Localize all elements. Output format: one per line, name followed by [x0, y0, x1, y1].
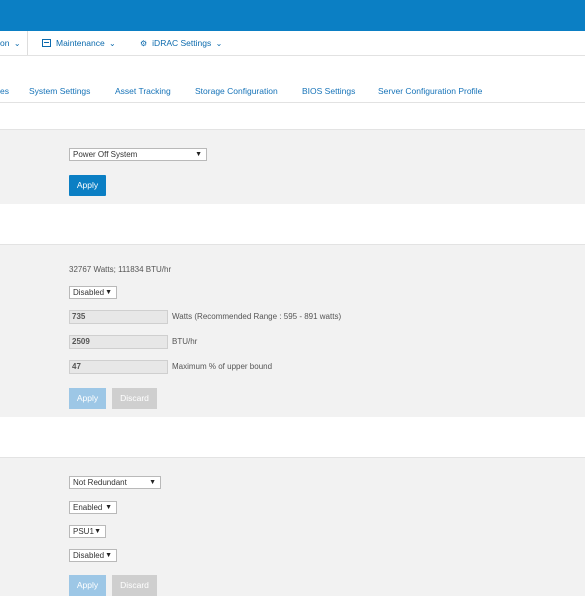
power-cap-apply-button[interactable]: Apply: [69, 388, 106, 409]
settings-icon: ⚙: [140, 39, 148, 48]
caret-down-icon: ▼: [149, 479, 156, 486]
power-control-panel: Power Off System ▼ Apply: [0, 130, 585, 204]
pfc-value: Disabled: [73, 551, 105, 560]
menu-configuration-label: on: [0, 38, 10, 48]
section-header-redundancy: [0, 417, 585, 458]
menu-configuration[interactable]: on ⌄: [0, 31, 28, 55]
tab-system-settings[interactable]: System Settings: [29, 86, 90, 96]
power-cap-percent-input[interactable]: 47: [69, 360, 168, 374]
caret-down-icon: ▼: [105, 289, 112, 296]
power-cap-btu-input[interactable]: 2509: [69, 335, 168, 349]
menu-idrac-settings-label: iDRAC Settings: [152, 38, 212, 48]
power-cap-watts-hint: Watts (Recommended Range : 595 - 891 wat…: [172, 312, 342, 321]
maintenance-icon: [42, 39, 51, 47]
menu-maintenance-label: Maintenance: [56, 38, 105, 48]
redundancy-apply-button[interactable]: Apply: [69, 575, 106, 596]
max-power-text: 32767 Watts; 111834 BTU/hr: [69, 265, 172, 274]
power-apply-button[interactable]: Apply: [69, 175, 106, 196]
tab-asset-tracking[interactable]: Asset Tracking: [115, 86, 171, 96]
caret-down-icon: ▼: [105, 504, 112, 511]
hot-spare-select[interactable]: Enabled ▼: [69, 501, 117, 514]
power-action-value: Power Off System: [73, 150, 138, 159]
power-cap-discard-button[interactable]: Discard: [112, 388, 157, 409]
top-banner: [0, 0, 585, 31]
tab-bios-settings[interactable]: BIOS Settings: [302, 86, 355, 96]
menu-maintenance[interactable]: Maintenance ⌄: [42, 31, 116, 55]
configuration-tabs: es System Settings Asset Tracking Storag…: [0, 56, 585, 103]
power-cap-enable-value: Disabled: [73, 288, 105, 297]
tab-server-configuration-profile[interactable]: Server Configuration Profile: [378, 86, 482, 96]
menu-idrac-settings[interactable]: ⚙ iDRAC Settings ⌄: [140, 31, 222, 55]
redundancy-policy-select[interactable]: Not Redundant ▼: [69, 476, 161, 489]
power-action-select[interactable]: Power Off System ▼: [69, 148, 207, 161]
tab-partial[interactable]: es: [0, 86, 9, 96]
section-header-power-control: [0, 103, 585, 130]
primary-psu-value: PSU1: [73, 527, 94, 536]
hot-spare-value: Enabled: [73, 503, 103, 512]
redundancy-panel: Not Redundant ▼ Enabled ▼ PSU1 ▼ Disable…: [0, 458, 585, 596]
chevron-down-icon: ⌄: [109, 39, 116, 48]
power-cap-percent-hint: Maximum % of upper bound: [172, 362, 273, 371]
pfc-select[interactable]: Disabled ▼: [69, 549, 117, 562]
tab-storage-configuration[interactable]: Storage Configuration: [195, 86, 278, 96]
power-cap-watts-input[interactable]: 735: [69, 310, 168, 324]
caret-down-icon: ▼: [195, 151, 202, 158]
power-cap-btu-unit: BTU/hr: [172, 337, 198, 346]
redundancy-discard-button[interactable]: Discard: [112, 575, 157, 596]
power-cap-panel: 32767 Watts; 111834 BTU/hr Disabled ▼ 73…: [0, 245, 585, 417]
primary-psu-select[interactable]: PSU1 ▼: [69, 525, 106, 538]
section-header-power-cap: [0, 204, 585, 245]
redundancy-policy-value: Not Redundant: [73, 478, 127, 487]
caret-down-icon: ▼: [94, 528, 101, 535]
chevron-down-icon: ⌄: [13, 39, 21, 48]
caret-down-icon: ▼: [105, 552, 112, 559]
main-menu-bar: on ⌄ Maintenance ⌄ ⚙ iDRAC Settings ⌄: [0, 31, 585, 56]
chevron-down-icon: ⌄: [215, 39, 223, 48]
power-cap-enable-select[interactable]: Disabled ▼: [69, 286, 117, 299]
